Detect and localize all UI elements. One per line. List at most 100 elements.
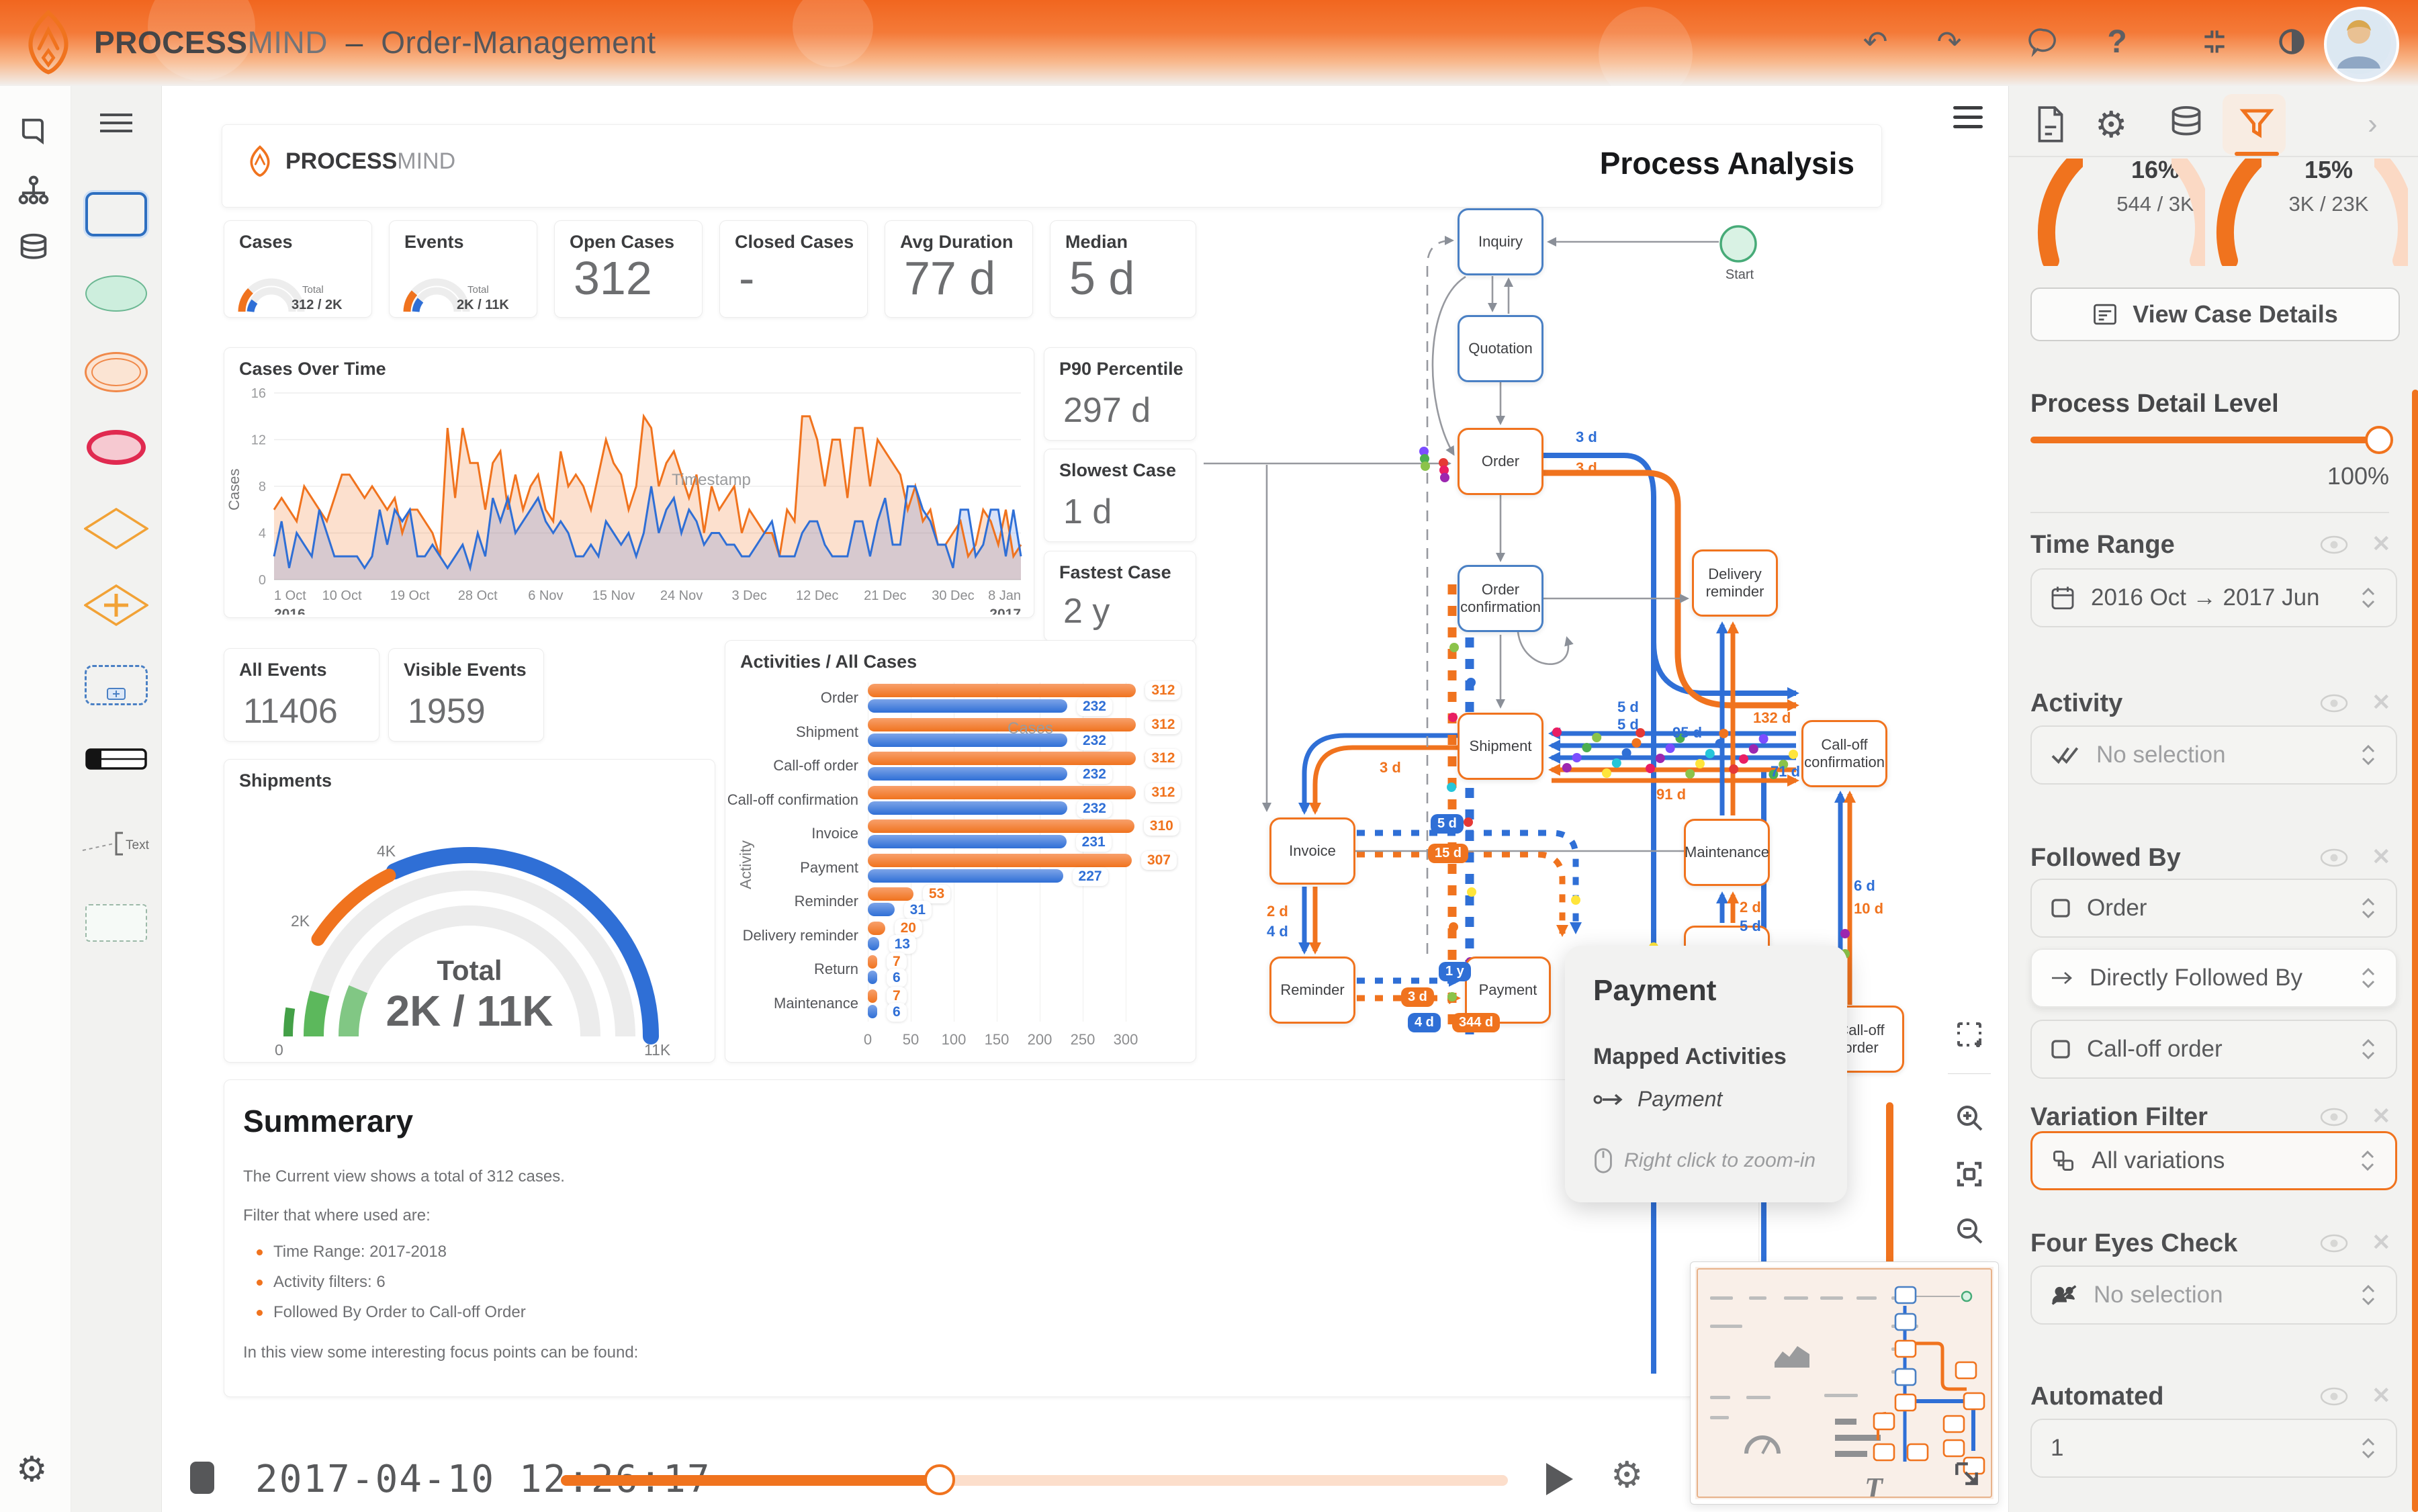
bar-blue[interactable] <box>868 767 1067 781</box>
bar-blue[interactable] <box>868 903 895 916</box>
bar-orange[interactable] <box>868 819 1134 833</box>
stat-card-p90[interactable]: P90 Percentile 297 d <box>1044 347 1196 441</box>
start-event-node[interactable] <box>1718 224 1758 264</box>
activity-select[interactable]: No selection <box>2030 725 2397 785</box>
bar-orange[interactable] <box>868 752 1136 765</box>
bar-blue[interactable] <box>868 699 1067 713</box>
hierarchy-icon[interactable] <box>16 173 54 211</box>
tab-report-icon[interactable] <box>2033 105 2068 147</box>
tool-text-annotation[interactable]: Text <box>81 830 151 862</box>
node-calloff-confirmation[interactable]: Call-off confirmation <box>1801 720 1887 787</box>
canvas-menu-icon[interactable] <box>1953 106 1983 130</box>
time-range-select[interactable]: 2016 Oct → 2017 Jun <box>2030 568 2397 627</box>
clear-filter-icon[interactable]: ✕ <box>2372 1229 2391 1256</box>
clear-filter-icon[interactable]: ✕ <box>2372 1382 2391 1409</box>
bar-orange[interactable] <box>868 887 913 901</box>
view-case-details-button[interactable]: View Case Details <box>2030 287 2400 341</box>
settings-gear-icon[interactable]: ⚙ <box>16 1450 54 1487</box>
marquee-select-icon[interactable] <box>1953 1018 1985 1051</box>
followed-by-relation-select[interactable]: Directly Followed By <box>2030 948 2397 1008</box>
expand-icon[interactable] <box>1952 1459 1981 1488</box>
bar-orange[interactable] <box>868 684 1136 697</box>
kpi-card-cases[interactable]: Cases Total 312 / 2K <box>224 220 372 318</box>
database-icon[interactable] <box>16 231 54 269</box>
shipments-panel[interactable]: Shipments 0 2K 4K 11K Total 2K / 11K <box>224 759 715 1063</box>
stat-card-fastest[interactable]: Fastest Case 2 y <box>1044 551 1196 641</box>
eye-icon[interactable] <box>2319 1386 2349 1407</box>
minimap[interactable]: T <box>1690 1261 1999 1505</box>
chat-icon[interactable] <box>2024 23 2062 60</box>
kpi-card-open-cases[interactable]: Open Cases 312 <box>554 220 703 318</box>
sidebar-collapse-chevron[interactable]: › <box>2368 107 2378 141</box>
eye-icon[interactable] <box>2319 535 2349 555</box>
kpi-card-closed-cases[interactable]: Closed Cases - <box>719 220 868 318</box>
collapse-icon[interactable] <box>2196 23 2233 60</box>
fit-view-icon[interactable] <box>1953 1158 1985 1190</box>
bar-orange[interactable] <box>868 718 1136 731</box>
clear-filter-icon[interactable]: ✕ <box>2372 531 2391 558</box>
stop-button[interactable] <box>190 1462 214 1494</box>
all-events-card[interactable]: All Events 11406 <box>224 648 379 742</box>
play-button[interactable] <box>1546 1463 1573 1495</box>
tool-subprocess-shape[interactable] <box>85 665 148 705</box>
tab-filter-icon[interactable] <box>2239 105 2275 144</box>
tool-lane-shape[interactable] <box>85 748 147 773</box>
bar-blue[interactable] <box>868 1005 877 1018</box>
tool-intermediate-event-shape[interactable] <box>85 352 148 392</box>
undo-icon[interactable]: ↶ <box>1856 23 1894 60</box>
bar-blue[interactable] <box>868 801 1067 815</box>
tool-group-shape[interactable] <box>85 904 147 942</box>
tab-settings-icon[interactable]: ⚙ <box>2095 103 2127 146</box>
tool-end-event-shape[interactable] <box>87 430 146 465</box>
zoom-out-icon[interactable] <box>1953 1214 1985 1247</box>
eye-icon[interactable] <box>2319 848 2349 868</box>
clear-filter-icon[interactable]: ✕ <box>2372 1103 2391 1130</box>
detail-level-handle[interactable] <box>2365 426 2393 454</box>
kpi-card-events[interactable]: Events Total 2K / 11K <box>389 220 537 318</box>
node-reminder[interactable]: Reminder <box>1269 957 1355 1024</box>
eye-icon[interactable] <box>2319 693 2349 713</box>
eye-icon[interactable] <box>2319 1107 2349 1127</box>
stat-card-slowest[interactable]: Slowest Case 1 d <box>1044 449 1196 542</box>
bar-orange[interactable] <box>868 955 877 969</box>
node-delivery-reminder[interactable]: Delivery reminder <box>1692 549 1778 617</box>
node-inquiry[interactable]: Inquiry <box>1458 208 1543 275</box>
variation-filter-select[interactable]: All variations <box>2030 1131 2397 1190</box>
node-invoice[interactable]: Invoice <box>1269 817 1355 885</box>
bar-blue[interactable] <box>868 937 879 950</box>
activities-panel[interactable]: Activities / All Cases 05010015020025030… <box>725 640 1196 1063</box>
node-order-confirmation[interactable]: Order confirmation <box>1458 565 1543 632</box>
playback-slider[interactable] <box>561 1475 1508 1486</box>
tool-gateway-shape[interactable] <box>84 508 148 553</box>
playback-settings-icon[interactable]: ⚙ <box>1611 1454 1643 1496</box>
bar-blue[interactable] <box>868 835 1067 848</box>
kpi-card-median[interactable]: Median 5 d <box>1050 220 1196 318</box>
bar-orange[interactable] <box>868 854 1132 867</box>
automated-select[interactable]: 1 <box>2030 1419 2397 1478</box>
node-shipment[interactable]: Shipment <box>1458 713 1543 780</box>
bar-orange[interactable] <box>868 989 877 1003</box>
zoom-in-icon[interactable] <box>1953 1102 1985 1134</box>
eye-icon[interactable] <box>2319 1233 2349 1253</box>
bar-orange[interactable] <box>868 922 885 935</box>
cases-over-time-panel[interactable]: Cases Over Time 04812161 Oct10 Oct19 Oct… <box>224 347 1034 618</box>
bar-blue[interactable] <box>868 869 1063 883</box>
tool-start-event-shape[interactable] <box>85 275 147 312</box>
followed-by-first-select[interactable]: Order <box>2030 879 2397 938</box>
node-quotation[interactable]: Quotation <box>1458 315 1543 382</box>
visible-events-card[interactable]: Visible Events 1959 <box>388 648 544 742</box>
clear-filter-icon[interactable]: ✕ <box>2372 689 2391 716</box>
bar-orange[interactable] <box>868 786 1136 799</box>
tool-task-shape[interactable] <box>85 192 147 236</box>
detail-level-slider[interactable] <box>2030 437 2389 443</box>
tool-parallel-gateway-shape[interactable] <box>84 584 148 629</box>
clear-filter-icon[interactable]: ✕ <box>2372 844 2391 871</box>
tab-data-icon[interactable] <box>2169 105 2204 146</box>
playback-handle[interactable] <box>924 1464 955 1495</box>
node-order[interactable]: Order <box>1458 428 1543 495</box>
bookmark-icon[interactable] <box>16 114 54 152</box>
help-icon[interactable]: ? <box>2098 23 2136 60</box>
redo-icon[interactable]: ↷ <box>1930 23 1968 60</box>
kpi-card-avg-duration[interactable]: Avg Duration 77 d <box>885 220 1033 318</box>
bar-blue[interactable] <box>868 971 877 984</box>
